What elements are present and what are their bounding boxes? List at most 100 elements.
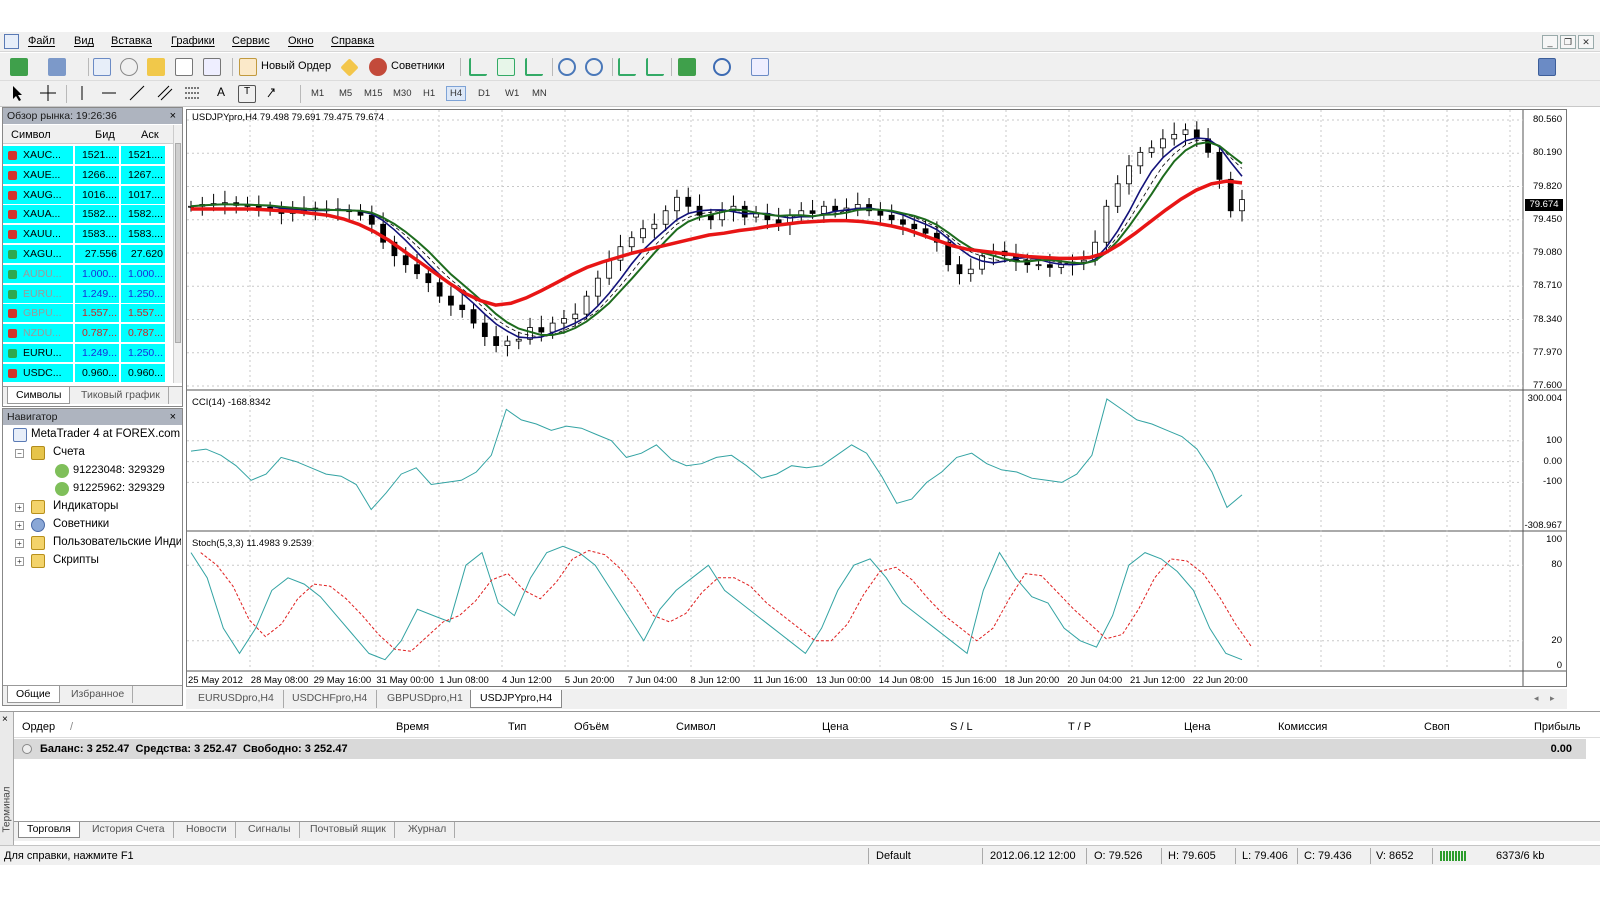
bar-chart-icon[interactable]: [469, 58, 487, 76]
balance-row[interactable]: Баланс: 3 252.47 Средства: 3 252.47 Своб…: [14, 739, 1586, 759]
experts-button[interactable]: Советники: [391, 60, 445, 72]
expand-icon[interactable]: +: [15, 557, 24, 566]
tab-scroll-left-icon[interactable]: ◂: [1534, 693, 1539, 704]
chart-tab-usdchf[interactable]: USDCHFpro,H4: [283, 690, 378, 708]
cursor-icon[interactable]: [12, 85, 24, 103]
market-watch-row[interactable]: AUDU... 1.000... 1.000...: [3, 264, 165, 284]
menu-charts[interactable]: Графики: [171, 35, 215, 47]
menu-help[interactable]: Справка: [331, 35, 374, 47]
col-profit[interactable]: Прибыль: [1534, 721, 1581, 733]
tf-m15[interactable]: M15: [364, 88, 382, 99]
auto-scroll-icon[interactable]: [618, 58, 636, 76]
line-chart-icon[interactable]: [525, 58, 543, 76]
close-icon[interactable]: ×: [170, 108, 176, 124]
tf-h1[interactable]: H1: [423, 88, 435, 99]
minimize-icon[interactable]: _: [1542, 35, 1558, 49]
tab-symbols[interactable]: Символы: [7, 387, 71, 404]
expand-icon[interactable]: +: [15, 521, 24, 530]
tf-w1[interactable]: W1: [505, 88, 519, 99]
col-tp[interactable]: T / P: [1068, 721, 1091, 733]
terminal-icon[interactable]: [175, 58, 193, 76]
chart-tab-usdjpy[interactable]: USDJPYpro,H4: [470, 690, 563, 708]
col-commission[interactable]: Комиссия: [1278, 721, 1327, 733]
menu-view[interactable]: Вид: [74, 35, 94, 47]
market-watch-scrollbar[interactable]: [173, 125, 182, 383]
templates-icon[interactable]: [751, 58, 769, 76]
new-chart-icon[interactable]: [10, 58, 28, 76]
text-label-icon[interactable]: T: [238, 85, 256, 103]
channel-icon[interactable]: [157, 85, 175, 103]
col-sl[interactable]: S / L: [950, 721, 973, 733]
fibo-icon[interactable]: [184, 85, 202, 103]
column-symbol[interactable]: Символ: [11, 129, 51, 141]
arrows-icon[interactable]: [266, 85, 284, 103]
col-volume[interactable]: Объём: [574, 721, 609, 733]
market-watch-row[interactable]: USDC... 0.960... 0.960...: [3, 363, 165, 383]
horizontal-line-icon[interactable]: [101, 85, 119, 103]
tab-tick-chart[interactable]: Тиковый график: [73, 387, 169, 404]
tab-scroll-right-icon[interactable]: ▸: [1550, 693, 1555, 704]
column-ask[interactable]: Аск: [141, 129, 159, 141]
experts-icon[interactable]: [369, 58, 387, 76]
nav-account-1[interactable]: 91223048: 329329: [73, 464, 165, 476]
nav-account-2[interactable]: 91225962: 329329: [73, 482, 165, 494]
col-price-current[interactable]: Цена: [1184, 721, 1210, 733]
nav-experts[interactable]: Советники: [53, 518, 109, 530]
col-price[interactable]: Цена: [822, 721, 848, 733]
market-watch-row[interactable]: GBPU... 1.557... 1.557...: [3, 304, 165, 323]
tf-mn[interactable]: MN: [532, 88, 547, 99]
col-symbol[interactable]: Символ: [676, 721, 716, 733]
nav-custom-indicators[interactable]: Пользовательские Инди: [53, 536, 181, 548]
expand-icon[interactable]: +: [15, 503, 24, 512]
chart-tab-gbpusd[interactable]: GBPUSDpro,H1: [378, 690, 473, 708]
text-tool-icon[interactable]: A: [212, 85, 230, 103]
vertical-line-icon[interactable]: [74, 85, 92, 103]
tester-icon[interactable]: [203, 58, 221, 76]
notify-icon[interactable]: [1538, 58, 1556, 76]
tf-d1[interactable]: D1: [478, 88, 490, 99]
menu-insert[interactable]: Вставка: [111, 35, 152, 47]
tab-trade[interactable]: Торговля: [18, 822, 80, 838]
tab-news[interactable]: Новости: [178, 822, 236, 838]
tf-m5[interactable]: M5: [339, 88, 352, 99]
tab-favorites[interactable]: Избранное: [63, 686, 134, 703]
data-window-icon[interactable]: [120, 58, 138, 76]
metaeditor-icon[interactable]: [340, 58, 359, 77]
menu-tools[interactable]: Сервис: [232, 35, 270, 47]
new-order-button[interactable]: Новый Ордер: [261, 60, 331, 72]
trendline-icon[interactable]: [129, 85, 147, 103]
nav-root[interactable]: MetaTrader 4 at FOREX.com: [31, 428, 180, 440]
market-watch-icon[interactable]: [93, 58, 111, 76]
candle-chart-icon[interactable]: [497, 58, 515, 76]
market-watch-row[interactable]: EURU... 1.249... 1.250...: [3, 284, 165, 304]
collapse-icon[interactable]: −: [15, 449, 24, 458]
nav-accounts[interactable]: Счета: [53, 446, 85, 458]
col-order[interactable]: Ордер: [22, 721, 55, 733]
chart-tab-eurusd[interactable]: EURUSDpro,H4: [189, 690, 284, 708]
tab-journal[interactable]: Журнал: [400, 822, 456, 838]
market-watch-row[interactable]: XAUC... 1521.... 1521....: [3, 146, 165, 165]
market-watch-row[interactable]: XAUU... 1583.... 1583....: [3, 225, 165, 244]
market-watch-row[interactable]: EURU... 1.249... 1.250...: [3, 344, 165, 363]
nav-scripts[interactable]: Скрипты: [53, 554, 99, 566]
tf-m30[interactable]: M30: [393, 88, 411, 99]
zoom-in-icon[interactable]: [558, 58, 576, 76]
tab-mailbox[interactable]: Почтовый ящик: [302, 822, 395, 838]
new-order-icon[interactable]: [239, 58, 257, 76]
market-watch-row[interactable]: XAGU... 27.556 27.620: [3, 245, 165, 264]
market-watch-row[interactable]: XAUA... 1582.... 1582....: [3, 205, 165, 224]
nav-indicators[interactable]: Индикаторы: [53, 500, 118, 512]
close-icon[interactable]: ✕: [1578, 35, 1594, 49]
menu-window[interactable]: Окно: [288, 35, 314, 47]
tf-m1[interactable]: M1: [311, 88, 324, 99]
periods-icon[interactable]: [713, 58, 731, 76]
col-type[interactable]: Тип: [508, 721, 526, 733]
market-watch-row[interactable]: XAUE... 1266.... 1267....: [3, 165, 165, 185]
market-watch-row[interactable]: XAUG... 1016.... 1017....: [3, 185, 165, 205]
crosshair-icon[interactable]: [40, 85, 58, 103]
close-icon[interactable]: ×: [2, 714, 8, 725]
tab-common[interactable]: Общие: [7, 686, 60, 703]
tf-h4[interactable]: H4: [446, 86, 467, 101]
col-time[interactable]: Время: [396, 721, 429, 733]
market-watch-row[interactable]: NZDU... 0.787... 0.787...: [3, 324, 165, 343]
